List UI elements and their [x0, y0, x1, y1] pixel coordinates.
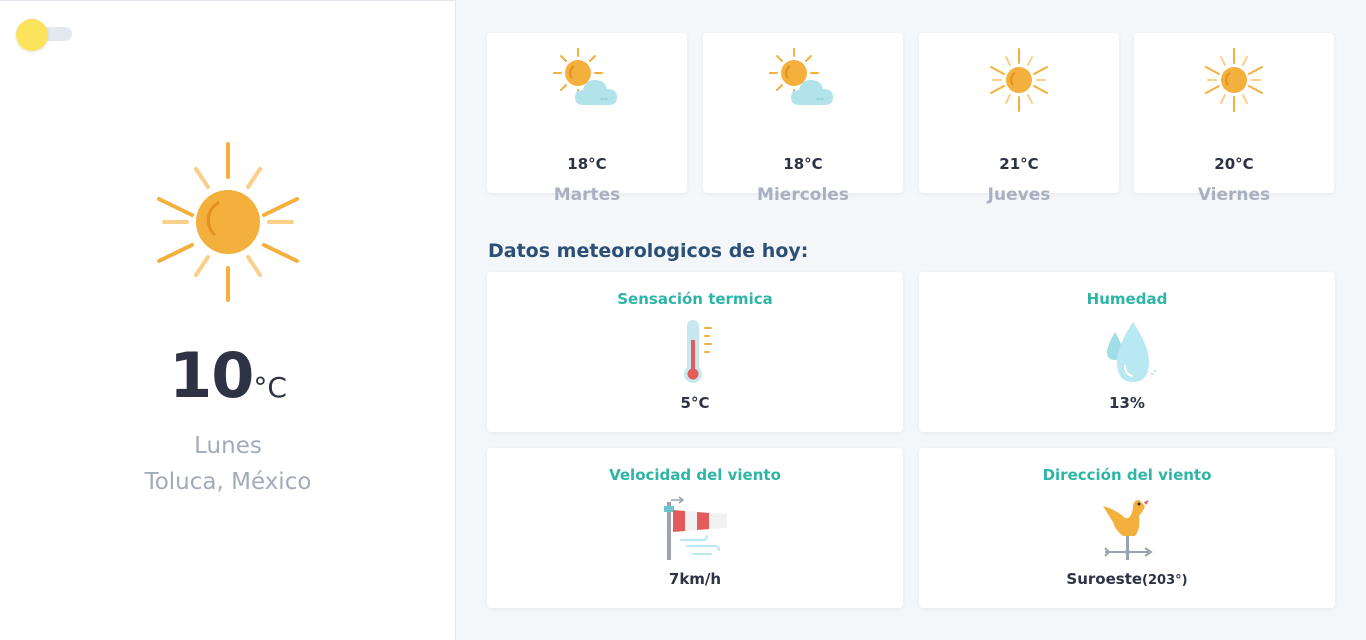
- forecast-temp: 18°C: [783, 155, 823, 173]
- stat-value: 7km/h: [668, 570, 722, 588]
- toggle-knob[interactable]: [16, 19, 48, 51]
- stat-value: 13%: [1109, 394, 1145, 412]
- current-temperature: 10°C: [0, 339, 456, 412]
- forecast-card: 20°C Viernes: [1134, 33, 1334, 205]
- forecast-temp: 21°C: [999, 155, 1039, 173]
- theme-toggle[interactable]: [16, 19, 72, 51]
- partly-cloudy-icon: [553, 48, 617, 105]
- humidity-card: Humedad 13%: [919, 272, 1335, 432]
- current-temperature-value: 10: [169, 339, 254, 412]
- windsock-icon: [664, 496, 727, 560]
- stat-value: Suroeste(203°): [919, 570, 1335, 588]
- forecast-temp: 18°C: [567, 155, 607, 173]
- water-drops-icon: [1107, 322, 1156, 382]
- stat-value-degrees: (203°): [1142, 573, 1188, 588]
- forecast-temp: 20°C: [1214, 155, 1254, 173]
- forecast-card: 18°C Miercoles: [703, 33, 903, 205]
- forecast-day: Miercoles: [757, 185, 849, 205]
- sun-icon: [1205, 48, 1263, 112]
- forecast-day: Viernes: [1197, 185, 1271, 205]
- stat-label: Dirección del viento: [1042, 466, 1212, 484]
- section-title: Datos meteorologicos de hoy:: [488, 240, 809, 262]
- sun-icon: [157, 142, 299, 302]
- stat-value: 5°C: [680, 394, 710, 412]
- forecast-card: 18°C Martes: [487, 33, 687, 205]
- current-day: Lunes: [194, 433, 262, 459]
- sun-icon: [990, 48, 1048, 112]
- thermometer-icon: [684, 320, 712, 383]
- forecast-day: Jueves: [987, 185, 1051, 205]
- stat-value-text: Suroeste: [1066, 570, 1143, 588]
- current-location: Toluca, México: [144, 469, 312, 495]
- stat-label: Humedad: [1086, 290, 1168, 308]
- forecast-day: Martes: [553, 185, 621, 205]
- weather-vane-icon: [1103, 500, 1153, 560]
- wind-direction-card: Dirección del viento Suroeste(203°): [919, 448, 1335, 608]
- partly-cloudy-icon: [769, 48, 833, 105]
- stat-label: Velocidad del viento: [609, 466, 781, 484]
- forecast-card: 21°C Jueves: [919, 33, 1119, 205]
- feels-like-card: Sensación termica 5°C: [487, 272, 903, 432]
- current-temperature-unit: °C: [253, 371, 287, 404]
- stat-label: Sensación termica: [617, 290, 773, 308]
- current-weather-panel: 10°C Lunes Toluca, México: [0, 0, 456, 640]
- wind-speed-card: Velocidad del viento 7km/h: [487, 448, 903, 608]
